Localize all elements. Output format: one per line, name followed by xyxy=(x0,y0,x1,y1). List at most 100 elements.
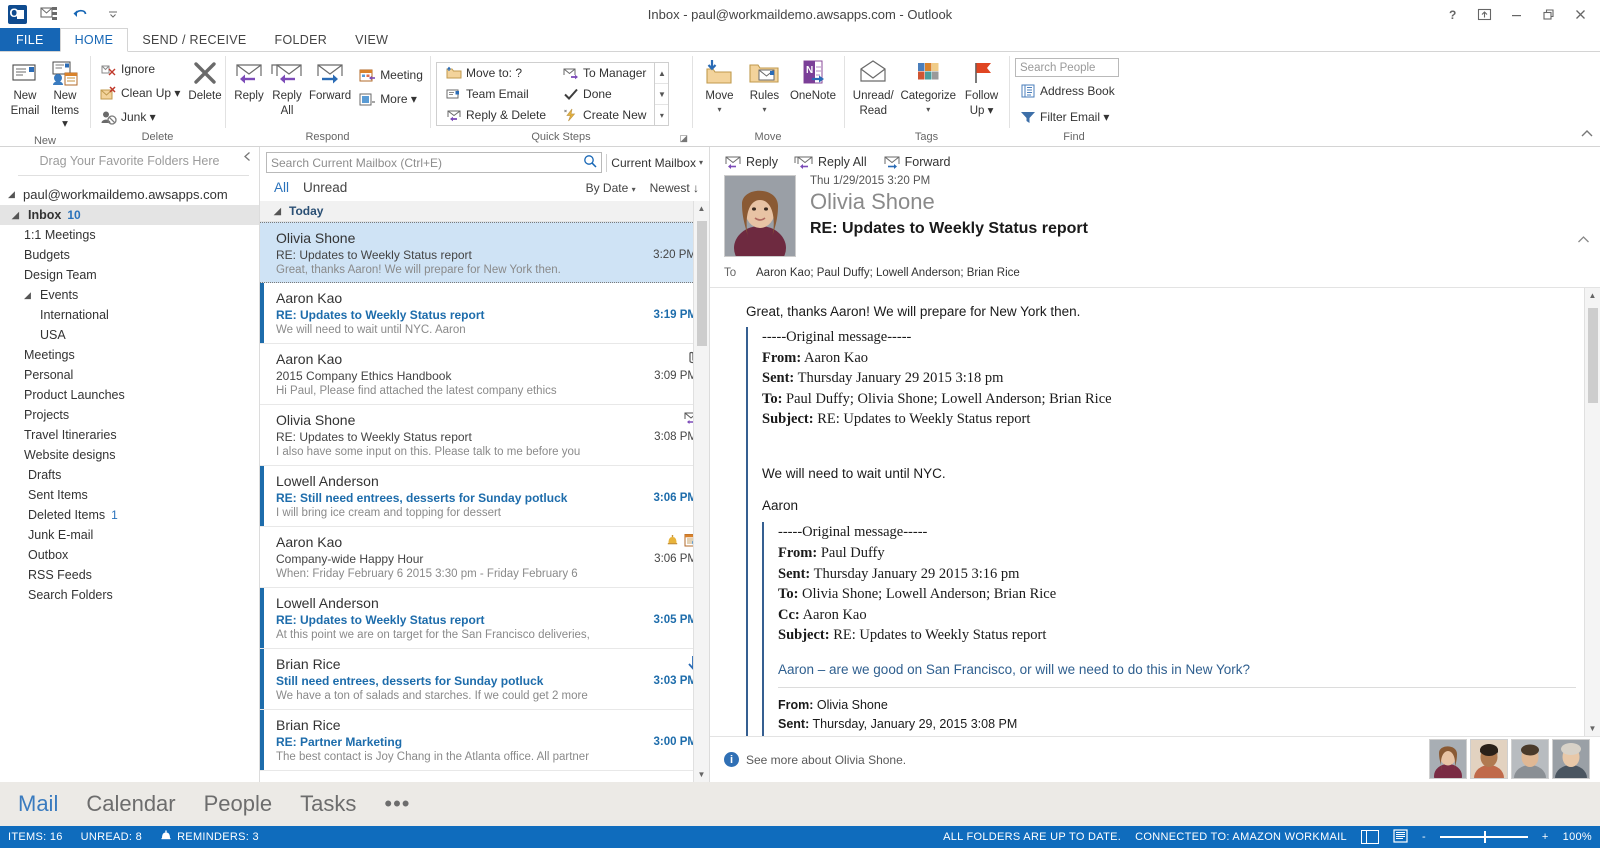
scroll-up-button[interactable]: ▲ xyxy=(694,201,709,216)
onenote-button[interactable]: N OneNote xyxy=(788,55,838,106)
folder-item-drafts[interactable]: Drafts xyxy=(0,465,259,485)
folder-item-outbox[interactable]: Outbox xyxy=(0,545,259,565)
quick-step-create-new[interactable]: Create New xyxy=(558,105,650,126)
nav-tasks[interactable]: Tasks xyxy=(300,791,356,817)
message-list-item[interactable]: Olivia Shone RE: Updates to Weekly Status… xyxy=(260,405,709,466)
reading-reply-button[interactable]: Reply xyxy=(724,155,778,169)
avatar[interactable] xyxy=(1511,739,1549,779)
chevron-down-icon[interactable]: ◢ xyxy=(24,290,34,301)
message-list-item[interactable]: Aaron Kao Company-wide Happy Hour When: Fr… xyxy=(260,527,709,588)
message-list-item[interactable]: Aaron Kao 2015 Company Ethics Handbook Hi … xyxy=(260,344,709,405)
meeting-button[interactable]: Meeting xyxy=(355,63,427,87)
folder-item-rss-feeds[interactable]: RSS Feeds xyxy=(0,565,259,585)
clean-up-button[interactable]: Clean Up ▾ xyxy=(96,81,184,105)
collapse-ribbon-icon[interactable] xyxy=(1580,129,1594,142)
folder-item-junk-e-mail[interactable]: Junk E-mail xyxy=(0,525,259,545)
sort-order-toggle[interactable]: Newest ↓ xyxy=(650,181,699,195)
avatar[interactable] xyxy=(1429,739,1467,779)
zoom-out-button[interactable]: - xyxy=(1422,831,1426,843)
see-more-link[interactable]: i See more about Olivia Shone. xyxy=(724,752,906,767)
zoom-slider-thumb[interactable] xyxy=(1483,831,1486,844)
filter-unread-tab[interactable]: Unread xyxy=(303,180,347,195)
tab-home[interactable]: HOME xyxy=(59,28,129,52)
nav-people[interactable]: People xyxy=(204,791,273,817)
folder-item-projects[interactable]: Projects xyxy=(0,405,259,425)
folder-item-sent-items[interactable]: Sent Items xyxy=(0,485,259,505)
quick-steps-dialog-launcher[interactable]: ◪ xyxy=(679,133,688,144)
message-list-item[interactable]: Olivia Shone RE: Updates to Weekly Status… xyxy=(260,222,709,283)
avatar[interactable] xyxy=(1552,739,1590,779)
reading-view-button[interactable] xyxy=(1393,828,1408,846)
reading-forward-button[interactable]: Forward xyxy=(883,155,950,169)
favorites-drop-target[interactable]: Drag Your Favorite Folders Here xyxy=(0,147,259,175)
undo-icon[interactable] xyxy=(70,3,92,25)
search-people-input[interactable]: Search People xyxy=(1015,58,1119,77)
scroll-down-button[interactable]: ▼ xyxy=(694,767,709,782)
quick-steps-more[interactable]: ▾ xyxy=(655,105,668,125)
scroll-up-button[interactable]: ▲ xyxy=(1585,288,1600,303)
search-scope-dropdown[interactable]: Current Mailbox ▾ xyxy=(606,153,703,172)
new-items-button[interactable]: New Items ▾ xyxy=(46,55,84,135)
chevron-down-icon[interactable]: ◢ xyxy=(274,206,284,217)
message-list-item[interactable]: Aaron Kao RE: Updates to Weekly Status re… xyxy=(260,283,709,344)
nav-mail[interactable]: Mail xyxy=(18,791,58,817)
search-icon[interactable] xyxy=(583,154,597,171)
forward-button[interactable]: Forward xyxy=(307,55,353,106)
reply-button[interactable]: Reply xyxy=(231,55,267,106)
unread-read-button[interactable]: Unread/ Read xyxy=(850,55,896,121)
move-button[interactable]: Move ▾ xyxy=(698,55,741,117)
quick-steps-scroll-down[interactable]: ▼ xyxy=(655,84,669,105)
account-node[interactable]: ◢ paul@workmaildemo.awsapps.com xyxy=(0,184,259,205)
folder-item-1-1-meetings[interactable]: 1:1 Meetings xyxy=(0,225,259,245)
chevron-down-icon[interactable]: ◢ xyxy=(12,210,22,221)
quick-step-to-manager[interactable]: To Manager xyxy=(558,63,650,84)
quick-step-team-email[interactable]: Team Email xyxy=(441,84,550,105)
customize-qat-icon[interactable] xyxy=(102,3,124,25)
chevron-down-icon[interactable]: ◢ xyxy=(8,189,18,200)
sort-by-dropdown[interactable]: By Date ▾ xyxy=(586,181,636,195)
quick-steps-scroll-up[interactable]: ▲ xyxy=(655,63,669,84)
close-button[interactable] xyxy=(1564,0,1596,28)
message-list-scrollbar[interactable]: ▲ ▼ xyxy=(693,201,709,782)
message-list-item[interactable]: Lowell Anderson RE: Updates to Weekly Sta… xyxy=(260,588,709,649)
folder-item-search-folders[interactable]: Search Folders xyxy=(0,585,259,605)
tab-file[interactable]: FILE xyxy=(0,28,60,51)
folder-item-travel-itineraries[interactable]: Travel Itineraries xyxy=(0,425,259,445)
folder-item-deleted-items[interactable]: Deleted Items 1 xyxy=(0,505,259,525)
restore-button[interactable] xyxy=(1532,0,1564,28)
tab-send-receive[interactable]: SEND / RECEIVE xyxy=(128,28,260,51)
minimize-button[interactable] xyxy=(1500,0,1532,28)
scroll-thumb[interactable] xyxy=(697,221,707,346)
more-respond-button[interactable]: More ▾ xyxy=(355,87,427,111)
send-receive-all-icon[interactable] xyxy=(38,3,60,25)
message-list-item[interactable]: Brian Rice Still need entrees, desserts f… xyxy=(260,649,709,710)
folder-item-website-designs[interactable]: Website designs xyxy=(0,445,259,465)
folder-item-product-launches[interactable]: Product Launches xyxy=(0,385,259,405)
quick-step-done[interactable]: Done xyxy=(558,84,650,105)
zoom-slider[interactable] xyxy=(1439,831,1528,844)
folder-item-international[interactable]: International xyxy=(0,305,259,325)
zoom-in-button[interactable]: + xyxy=(1542,831,1549,843)
folder-item-design-team[interactable]: Design Team xyxy=(0,265,259,285)
folder-item-personal[interactable]: Personal xyxy=(0,365,259,385)
filter-email-button[interactable]: Filter Email ▾ xyxy=(1015,105,1119,129)
tab-view[interactable]: VIEW xyxy=(341,28,402,51)
nav-overflow-icon[interactable]: ••• xyxy=(384,791,410,817)
quick-steps-gallery[interactable]: Move to: ? Team Email Reply & Delete To … xyxy=(436,62,670,126)
folder-item-events[interactable]: ◢ Events xyxy=(0,285,259,305)
folder-item-usa[interactable]: USA xyxy=(0,325,259,345)
message-sender[interactable]: Olivia Shone xyxy=(810,189,1586,214)
address-book-button[interactable]: Address Book xyxy=(1015,79,1119,103)
scroll-thumb[interactable] xyxy=(1588,308,1598,403)
categorize-button[interactable]: Categorize ▾ xyxy=(898,55,958,117)
reply-all-button[interactable]: Reply All xyxy=(269,55,305,121)
rules-button[interactable]: Rules ▾ xyxy=(743,55,786,117)
normal-view-button[interactable] xyxy=(1360,830,1379,844)
follow-up-button[interactable]: Follow Up ▾ xyxy=(960,55,1003,121)
quick-step-reply-delete[interactable]: Reply & Delete xyxy=(441,105,550,126)
avatar[interactable] xyxy=(1470,739,1508,779)
reading-reply-all-button[interactable]: Reply All xyxy=(794,155,867,169)
quick-step-move-to[interactable]: Move to: ? xyxy=(441,63,550,84)
date-group-header[interactable]: ◢ Today xyxy=(260,201,709,222)
junk-button[interactable]: Junk ▾ xyxy=(96,105,184,129)
